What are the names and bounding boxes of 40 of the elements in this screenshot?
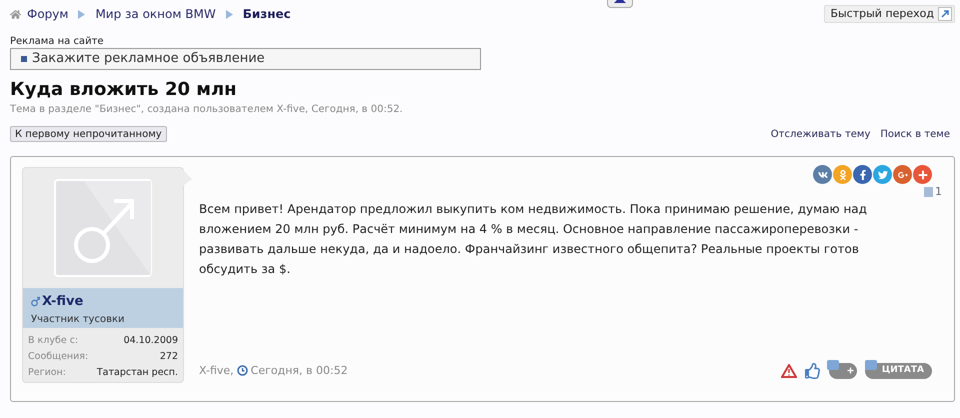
quick-nav-button[interactable]: Быстрый переход <box>824 5 955 23</box>
thread-link[interactable]: Поиск в теме <box>880 126 950 142</box>
plus-icon <box>846 367 854 374</box>
stat-label: В клубе с: <box>28 334 78 348</box>
user-name[interactable]: X-five <box>42 292 84 312</box>
warning-icon[interactable] <box>780 364 797 378</box>
stat-value: 272 <box>160 350 178 364</box>
multi-quote-button[interactable] <box>828 362 857 379</box>
thread-title: Куда вложить 20 млн <box>10 79 238 101</box>
share-icon[interactable] <box>913 165 932 184</box>
speech-bubble-icon <box>826 360 839 370</box>
ad-link[interactable]: Закажите рекламное объявление <box>32 49 265 69</box>
ad-heading: Реклама на сайте <box>10 36 105 48</box>
thread-meta: Тема в разделе "Бизнес", создана пользователем X-five, Сегодня, в 00:52. <box>10 103 404 117</box>
stat-label: Регион: <box>28 366 66 380</box>
user-title: Участник тусовки <box>31 312 126 326</box>
external-link-icon <box>938 7 952 21</box>
share-icon[interactable] <box>893 165 912 184</box>
post-text: Всем привет! Арендатор предложил выкупить ком недвижимость. Пока принимаю решение, думаю над вложением 20 млн руб. Расчёт минимум на 4 % в месяц. Основное направление пассажироперевозки - развивать дальше некуда, да и надоело. Франчайзинг известного общепита? Реальные проекты готов обсудить за $. <box>199 200 868 278</box>
share-icon[interactable] <box>813 165 832 184</box>
stat-value: Татарстан респ. <box>96 366 178 380</box>
thread-link[interactable]: Отслеживать тему <box>770 126 870 142</box>
clock-icon <box>236 365 248 376</box>
breadcrumb-arrow-icon <box>226 10 233 18</box>
share-icon[interactable] <box>853 165 872 184</box>
share-icon[interactable] <box>873 165 892 184</box>
home-icon[interactable] <box>10 8 21 20</box>
stat-value: 04.10.2009 <box>124 334 178 348</box>
breadcrumb-link[interactable]: Форум <box>27 5 68 23</box>
square-bullet-icon <box>21 56 27 62</box>
breadcrumb-link[interactable]: Мир за окном BMW <box>95 5 216 23</box>
first-unread-button[interactable]: К первому непрочитанному <box>10 126 167 142</box>
breadcrumb-link[interactable]: Бизнес <box>242 5 291 23</box>
stat-label: Сообщения: <box>28 350 88 364</box>
document-icon <box>924 187 933 198</box>
male-sign-icon <box>31 296 40 308</box>
thumbs-up-icon[interactable] <box>804 362 821 379</box>
breadcrumb-arrow-icon <box>78 10 86 18</box>
post-number[interactable]: 1 <box>935 184 942 200</box>
speech-bubble-icon <box>864 360 877 370</box>
